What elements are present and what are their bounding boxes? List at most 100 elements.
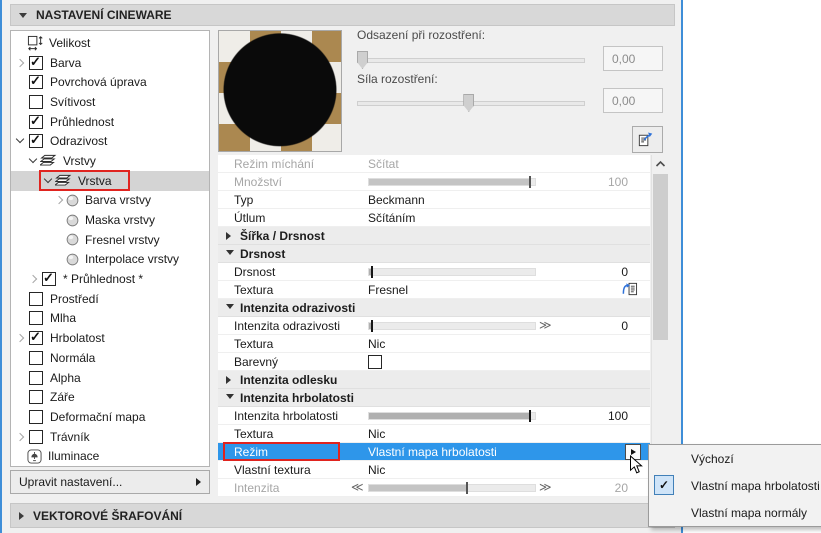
property-row-drsnost[interactable]: Drsnost 0 bbox=[218, 263, 650, 281]
property-checkbox[interactable] bbox=[368, 355, 382, 369]
property-number-field[interactable]: 20 bbox=[615, 481, 628, 495]
tree-item-iluminace[interactable]: Iluminace bbox=[11, 446, 209, 466]
property-row-textura[interactable]: Textura Nic bbox=[218, 425, 650, 443]
visibility-checkbox[interactable] bbox=[29, 94, 43, 109]
tree-item-odrazivost[interactable]: Odrazivost bbox=[11, 131, 209, 151]
expand-chevron-icon[interactable] bbox=[54, 194, 66, 206]
property-slider[interactable] bbox=[368, 176, 536, 188]
group-triangle-icon[interactable] bbox=[226, 376, 231, 384]
group-header-row-intenzita-odlesku[interactable]: Intenzita odlesku bbox=[218, 371, 650, 389]
tree-item-deforma-n-mapa[interactable]: Deformační mapa bbox=[11, 407, 209, 427]
tree-item-z-e[interactable]: Záře bbox=[11, 387, 209, 407]
tree-item-fresnel-vrstvy[interactable]: Fresnel vrstvy bbox=[11, 230, 209, 250]
tree-item-vrstvy[interactable]: Vrstvy bbox=[11, 151, 209, 171]
tree-item-sv-tivost[interactable]: Svítivost bbox=[11, 92, 209, 112]
scrollbar-up-button[interactable] bbox=[652, 155, 668, 172]
property-value[interactable]: Fresnel bbox=[368, 283, 408, 297]
property-value[interactable]: Nic bbox=[368, 337, 385, 351]
property-number-field[interactable]: 0 bbox=[621, 319, 628, 333]
slider-thumb-tick[interactable] bbox=[529, 410, 532, 422]
slider-thumb[interactable] bbox=[463, 94, 475, 112]
group-header-row-ka-drsnost[interactable]: Šířka / Drsnost bbox=[218, 227, 650, 245]
scrollbar-thumb[interactable] bbox=[653, 174, 668, 340]
expand-chevron-icon[interactable] bbox=[28, 273, 40, 285]
slider-thumb-tick[interactable] bbox=[371, 320, 374, 332]
slider-thumb[interactable] bbox=[357, 51, 368, 69]
group-header-row-intenzita-odrazivosti[interactable]: Intenzita odrazivosti bbox=[218, 299, 650, 317]
expand-chevron-icon[interactable] bbox=[28, 155, 40, 167]
tree-item-tr-vn-k[interactable]: Trávník bbox=[11, 427, 209, 447]
tree-item-maska-vrstvy[interactable]: Maska vrstvy bbox=[11, 210, 209, 230]
visibility-checkbox[interactable] bbox=[42, 270, 56, 287]
visibility-checkbox[interactable] bbox=[29, 429, 43, 444]
visibility-checkbox[interactable] bbox=[29, 329, 43, 346]
visibility-checkbox[interactable] bbox=[29, 350, 43, 365]
blur-strength-value-field[interactable]: 0,00 bbox=[603, 88, 663, 113]
menu-item-vlastn-mapa-hrbolatosti[interactable]: ✓ Vlastní mapa hrbolatosti bbox=[649, 472, 821, 499]
visibility-checkbox[interactable] bbox=[29, 409, 43, 424]
expand-chevron-icon[interactable] bbox=[15, 57, 27, 69]
property-row-vlastn-textura[interactable]: Vlastní textura Nic bbox=[218, 461, 650, 479]
slider-thumb-tick[interactable] bbox=[529, 176, 532, 188]
section-header-cineware[interactable]: NASTAVENÍ CINEWARE bbox=[10, 4, 675, 26]
property-value[interactable]: Nic bbox=[368, 463, 385, 477]
tree-item-interpolace-vrstvy[interactable]: Interpolace vrstvy bbox=[11, 250, 209, 270]
property-row-re-im[interactable]: Režim Vlastní mapa hrbolatosti bbox=[218, 442, 650, 461]
tree-item-hrbolatost[interactable]: Hrbolatost bbox=[11, 328, 209, 348]
group-triangle-icon[interactable] bbox=[226, 232, 231, 240]
property-slider[interactable] bbox=[368, 320, 536, 332]
edit-in-external-button[interactable] bbox=[632, 126, 663, 153]
menu-item-vlastn-mapa-norm-ly[interactable]: Vlastní mapa normály bbox=[649, 499, 821, 526]
tree-item-norm-la[interactable]: Normála bbox=[11, 348, 209, 368]
section-header-vector-hatching[interactable]: VEKTOROVÉ ŠRAFOVÁNÍ bbox=[10, 503, 675, 528]
property-row-tlum[interactable]: Útlum Sčítáním bbox=[218, 209, 650, 227]
material-preview[interactable] bbox=[218, 30, 342, 152]
visibility-checkbox[interactable] bbox=[29, 390, 43, 405]
tree-item-povrchov-prava[interactable]: Povrchová úprava bbox=[11, 72, 209, 92]
tree-item-barva[interactable]: Barva bbox=[11, 53, 209, 73]
property-slider[interactable] bbox=[368, 482, 536, 494]
group-triangle-icon[interactable] bbox=[226, 394, 234, 399]
property-row-intenzita-odrazivosti[interactable]: Intenzita odrazivosti ≫ 0 bbox=[218, 317, 650, 335]
slider-thumb-tick[interactable] bbox=[465, 482, 468, 494]
visibility-checkbox[interactable] bbox=[29, 54, 43, 70]
visibility-checkbox[interactable] bbox=[29, 291, 43, 306]
edit-settings-button[interactable]: Upravit nastavení... bbox=[10, 470, 210, 494]
property-row-barevn[interactable]: Barevný bbox=[218, 353, 650, 371]
expand-chevron-icon[interactable] bbox=[43, 175, 55, 187]
property-number-field[interactable]: 0 bbox=[621, 265, 628, 279]
property-row-typ[interactable]: Typ Beckmann bbox=[218, 191, 650, 209]
menu-item-v-choz[interactable]: Výchozí bbox=[649, 445, 821, 472]
property-value[interactable]: Beckmann bbox=[368, 193, 425, 207]
property-slider[interactable] bbox=[368, 266, 536, 278]
tree-item-barva-vrstvy[interactable]: Barva vrstvy bbox=[11, 191, 209, 211]
visibility-checkbox[interactable] bbox=[29, 311, 43, 326]
property-row-mno-stv[interactable]: Množství 100 bbox=[218, 173, 650, 191]
tree-item-vrstva[interactable]: Vrstva bbox=[11, 170, 209, 192]
visibility-checkbox[interactable] bbox=[29, 370, 43, 385]
group-triangle-icon[interactable] bbox=[226, 250, 234, 255]
tree-item-prost-ed[interactable]: Prostředí bbox=[11, 289, 209, 309]
blur-strength-slider[interactable] bbox=[357, 93, 585, 113]
group-triangle-icon[interactable] bbox=[226, 304, 234, 309]
group-header-row-intenzita-hrbolatosti[interactable]: Intenzita hrbolatosti bbox=[218, 389, 650, 407]
group-header-row-drsnost[interactable]: Drsnost bbox=[218, 245, 650, 263]
property-value[interactable]: Nic bbox=[368, 427, 385, 441]
tree-item-pr-hlednost[interactable]: Průhlednost bbox=[11, 112, 209, 132]
expand-chevron-icon[interactable] bbox=[15, 431, 27, 443]
blur-offset-value-field[interactable]: 0,00 bbox=[603, 46, 663, 71]
property-value[interactable]: Sčítáním bbox=[368, 211, 415, 225]
property-number-field[interactable]: 100 bbox=[608, 175, 628, 189]
property-value[interactable]: Sčítat bbox=[368, 157, 399, 171]
property-number-field[interactable]: 100 bbox=[608, 409, 628, 423]
expand-chevron-icon[interactable] bbox=[15, 135, 27, 147]
property-row-intenzita-hrbolatosti[interactable]: Intenzita hrbolatosti 100 bbox=[218, 407, 650, 425]
tree-item-velikost[interactable]: Velikost bbox=[11, 33, 209, 53]
visibility-checkbox[interactable] bbox=[29, 73, 43, 90]
property-value[interactable]: Vlastní mapa hrbolatosti bbox=[368, 445, 497, 459]
expand-chevron-icon[interactable] bbox=[15, 332, 27, 344]
property-row-re-im-m-ch-n[interactable]: Režim míchání Sčítat bbox=[218, 155, 650, 173]
property-slider[interactable] bbox=[368, 410, 536, 422]
property-row-textura[interactable]: Textura Fresnel bbox=[218, 281, 650, 299]
texture-action[interactable] bbox=[621, 281, 643, 300]
